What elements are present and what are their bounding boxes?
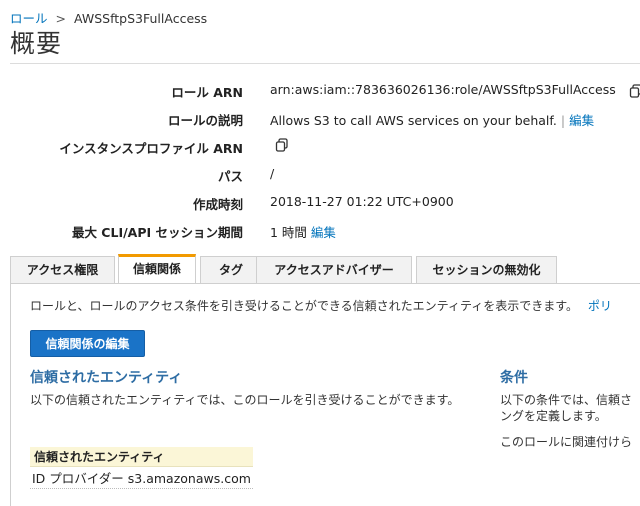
- tab-tags[interactable]: タグ: [200, 256, 262, 283]
- role-desc-row: Allows S3 to call AWS services on your b…: [270, 110, 594, 129]
- max-session-label: 最大 CLI/API セッション期間: [71, 225, 243, 240]
- trusted-entities-text: 以下の信頼されたエンティティでは、このロールを引き受けることができます。: [30, 393, 460, 407]
- path-value: /: [270, 166, 275, 181]
- role-desc-value: Allows S3 to call AWS services on your b…: [270, 113, 557, 128]
- max-session-row: 1 時間 編集: [270, 222, 336, 241]
- breadcrumb-current: AWSSftpS3FullAccess: [74, 11, 208, 26]
- instance-profile-label: インスタンスプロファイル ARN: [59, 141, 243, 156]
- edit-trust-relationship-button[interactable]: 信頼関係の編集: [30, 330, 145, 357]
- created-value: 2018-11-27 01:22 UTC+0900: [270, 194, 454, 209]
- conditions-text-2: このロールに関連付けら: [500, 435, 633, 449]
- edit-max-session-link[interactable]: 編集: [311, 225, 336, 240]
- role-arn-row: arn:aws:iam::783636026136:role/AWSSftpS3…: [270, 82, 640, 99]
- copy-icon[interactable]: [628, 83, 640, 99]
- page-title: 概要: [10, 29, 63, 58]
- tab-revoke-sessions[interactable]: セッションの無効化: [416, 256, 557, 283]
- instance-profile-row: [270, 136, 290, 153]
- conditions-text: 以下の条件では、信頼さングを定義します。: [500, 393, 633, 423]
- trusted-entities-table-header: 信頼されたエンティティ: [30, 447, 253, 467]
- tab-divider: [10, 283, 640, 284]
- tab-permissions[interactable]: アクセス権限: [10, 256, 115, 283]
- panel-border: [10, 284, 11, 506]
- tab-access-advisor[interactable]: アクセスアドバイザー: [256, 256, 412, 283]
- role-desc-label: ロールの説明: [167, 113, 243, 128]
- trust-description: ロールと、ロールのアクセス条件を引き受けることができる信頼されたエンティティを表…: [30, 297, 612, 314]
- copy-icon[interactable]: [274, 137, 290, 153]
- created-label: 作成時刻: [192, 197, 243, 212]
- role-arn-label: ロール ARN: [171, 85, 243, 100]
- path-label: パス: [217, 169, 243, 184]
- trusted-entities-title: 信頼されたエンティティ: [30, 370, 183, 386]
- conditions-title: 条件: [500, 370, 528, 386]
- role-arn-value: arn:aws:iam::783636026136:role/AWSSftpS3…: [270, 82, 616, 97]
- tab-trust-relationships[interactable]: 信頼関係: [118, 254, 196, 283]
- policy-link[interactable]: ポリ: [588, 299, 612, 313]
- table-row: ID プロバイダー s3.amazonaws.com: [30, 468, 253, 489]
- pipe-separator: |: [560, 113, 566, 128]
- edit-description-link[interactable]: 編集: [569, 113, 594, 128]
- title-divider: [10, 63, 640, 64]
- max-session-value: 1 時間: [270, 225, 307, 240]
- trust-description-text: ロールと、ロールのアクセス条件を引き受けることができる信頼されたエンティティを表…: [30, 299, 579, 313]
